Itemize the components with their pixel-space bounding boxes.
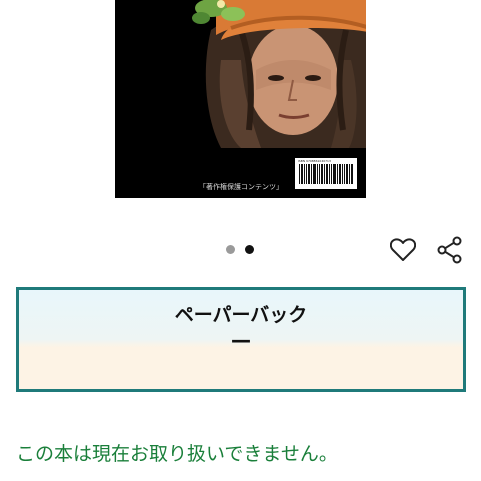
copyright-notice: 「著作権保護コンテンツ」 — [199, 183, 283, 191]
cover-photo — [181, 0, 366, 148]
share-icon — [437, 236, 462, 264]
carousel-dot-2-active[interactable] — [245, 245, 254, 254]
share-button[interactable] — [436, 236, 464, 264]
format-option-paperback[interactable]: ペーパーバック — — [16, 287, 466, 392]
heart-icon — [390, 238, 416, 261]
isbn-label: ISBN 9798861040713 — [298, 159, 331, 163]
carousel-dot-1[interactable] — [226, 245, 235, 254]
availability-status: この本は現在お取り扱いできません。 — [16, 443, 338, 465]
product-page: 「著作権保護コンテンツ」 ISBN 9798861040713 ペーパーバック … — [0, 0, 481, 481]
format-label: ペーパーバック — [174, 304, 308, 326]
format-price: — — [231, 328, 251, 352]
barcode: ISBN 9798861040713 — [295, 158, 357, 189]
wishlist-button[interactable] — [389, 236, 417, 264]
